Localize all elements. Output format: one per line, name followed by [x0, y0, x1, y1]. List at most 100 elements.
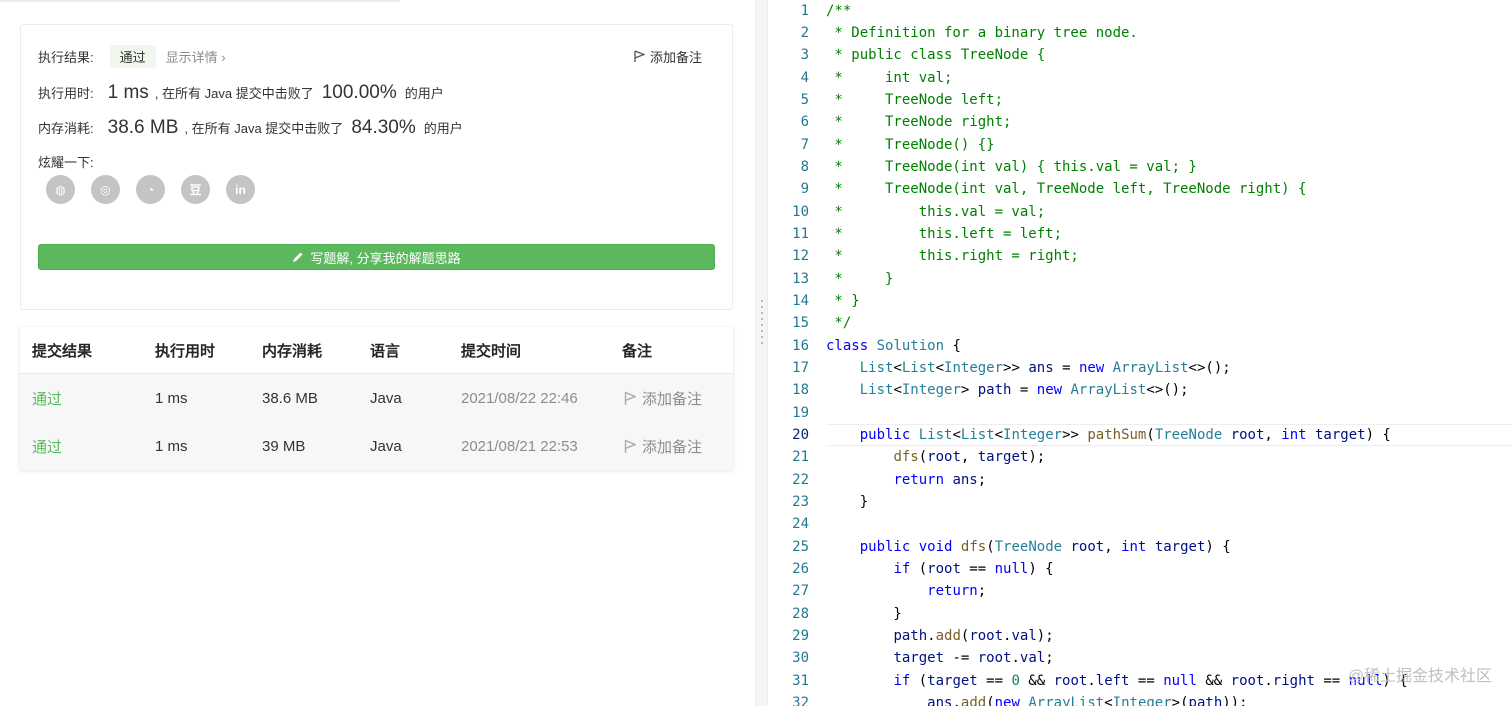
col-result: 提交结果 [32, 342, 93, 360]
row-time: 1 ms [155, 437, 188, 455]
drag-handle-icon[interactable] [761, 300, 763, 348]
line-number: 17 [792, 360, 809, 376]
runtime-label: 执行用时: [38, 86, 94, 101]
status-badge: 通过 [109, 44, 156, 68]
code-line: * public class TreeNode { [826, 47, 1046, 63]
line-number: 6 [800, 114, 809, 130]
code-line: if (target == 0 && root.left == null && … [893, 673, 1408, 689]
top-divider [0, 0, 400, 2]
code-line: * } [826, 271, 894, 287]
watermark: @稀土掘金技术社区 [1347, 668, 1492, 685]
code-line: dfs(root, target); [893, 449, 1046, 465]
code-line: * TreeNode() {} [826, 137, 995, 153]
code-line: public void dfs(TreeNode root, int targe… [859, 539, 1231, 555]
code-line: List<List<Integer>> ans = new ArrayList<… [859, 360, 1231, 376]
code-line: List<Integer> path = new ArrayList<>(); [859, 382, 1189, 398]
row-date: 2021/08/22 22:46 [461, 389, 578, 407]
row-add-note-label: 添加备注 [642, 438, 703, 456]
runtime-row: 执行用时: 1 ms , 在所有 Java 提交中击败了 100.00% 的用户 [38, 82, 444, 104]
qq-icon[interactable]: ◔ [136, 175, 165, 204]
table-row[interactable]: 通过 1 ms 38.6 MB Java 2021/08/22 22:46 添加… [20, 374, 733, 422]
table-header: 提交结果 执行用时 内存消耗 语言 提交时间 备注 [20, 327, 733, 374]
row-language: Java [370, 437, 402, 455]
result-label: 执行结果: [38, 49, 94, 65]
code-line: * this.left = left; [826, 226, 1063, 242]
code-line: * this.right = right; [826, 248, 1079, 264]
row-memory: 38.6 MB [262, 389, 318, 407]
code-editor[interactable]: 1 /** 2 * Definition for a binary tree no… [769, 0, 1512, 706]
line-number: 24 [792, 516, 809, 532]
line-number: 29 [792, 628, 809, 644]
code-line: * this.val = val; [826, 204, 1046, 220]
pane-splitter[interactable] [755, 0, 768, 706]
memory-label: 内存消耗: [38, 121, 94, 136]
col-language: 语言 [370, 342, 401, 360]
flag-icon [624, 439, 636, 453]
table-row[interactable]: 通过 1 ms 39 MB Java 2021/08/21 22:53 添加备注 [20, 422, 733, 470]
code-line: return; [927, 583, 987, 599]
line-number: 25 [792, 539, 809, 555]
line-number: 1 [800, 3, 809, 19]
line-number: 32 [792, 695, 809, 706]
code-line: ans.add(new ArrayList<Integer>(path)); [927, 695, 1248, 706]
line-number: 30 [792, 650, 809, 666]
line-number: 9 [800, 181, 809, 197]
code-line: * } [826, 293, 860, 309]
row-date: 2021/08/21 22:53 [461, 437, 578, 455]
row-memory: 39 MB [262, 437, 306, 455]
write-solution-button[interactable]: 写题解, 分享我的解题思路 [38, 244, 715, 270]
row-add-note[interactable]: 添加备注 [624, 436, 702, 457]
line-number: 4 [800, 70, 809, 86]
line-number: 12 [792, 248, 809, 264]
row-status[interactable]: 通过 [32, 436, 62, 457]
show-details-link[interactable]: 显示详情 › [166, 47, 226, 66]
pencil-icon [293, 252, 303, 262]
linkedin-icon[interactable]: in [226, 175, 255, 204]
line-number: 7 [800, 137, 809, 153]
runtime-value: 1 ms [107, 82, 149, 103]
line-number: 5 [800, 92, 809, 108]
line-number: 22 [792, 472, 809, 488]
add-note-button[interactable]: 添加备注 [634, 47, 702, 66]
flag-icon [634, 50, 645, 62]
submissions-table: 提交结果 执行用时 内存消耗 语言 提交时间 备注 通过 1 ms 38.6 M… [20, 327, 733, 470]
line-number: 20 [792, 427, 809, 443]
weibo-icon[interactable]: ◎ [91, 175, 120, 204]
social-share-row: ◍ ◎ ◔ 豆 in [46, 175, 255, 204]
code-line: return ans; [893, 472, 987, 488]
line-number: 27 [792, 583, 809, 599]
line-number: 8 [800, 159, 809, 175]
runtime-text: , 在所有 Java 提交中击败了 [154, 86, 314, 101]
code-line: if (root == null) { [893, 561, 1054, 577]
code-line: * TreeNode(int val) { this.val = val; } [826, 159, 1197, 175]
row-status[interactable]: 通过 [32, 388, 62, 409]
code-line: /** [826, 3, 852, 19]
memory-value: 38.6 MB [107, 117, 179, 138]
code-line: class Solution { [826, 338, 961, 354]
line-number: 31 [792, 673, 809, 689]
line-number: 11 [792, 226, 809, 242]
code-line: target -= root.val; [893, 650, 1054, 666]
memory-suffix: 的用户 [423, 121, 463, 136]
line-number: 15 [792, 315, 809, 331]
code-line: public List<List<Integer>> pathSum(TreeN… [859, 427, 1391, 443]
submission-panel: 执行结果: 通过 显示详情 › 添加备注 执行用时: 1 ms , 在所有 Ja… [0, 0, 755, 706]
code-line: } [826, 606, 902, 622]
line-number: 28 [792, 606, 809, 622]
row-language: Java [370, 389, 402, 407]
memory-row: 内存消耗: 38.6 MB , 在所有 Java 提交中击败了 84.30% 的… [38, 117, 463, 139]
row-add-note[interactable]: 添加备注 [624, 388, 702, 409]
flag-icon [624, 391, 636, 405]
douban-icon[interactable]: 豆 [181, 175, 210, 204]
code-line: path.add(root.val); [893, 628, 1054, 644]
code-line: * Definition for a binary tree node. [826, 25, 1138, 41]
col-time: 执行用时 [155, 342, 216, 360]
write-solution-label: 写题解, 分享我的解题思路 [310, 250, 461, 266]
line-number: 13 [792, 271, 809, 287]
wechat-icon[interactable]: ◍ [46, 175, 75, 204]
result-card: 执行结果: 通过 显示详情 › 添加备注 执行用时: 1 ms , 在所有 Ja… [20, 24, 733, 310]
line-number: 23 [792, 494, 809, 510]
line-number: 10 [792, 204, 809, 220]
runtime-percent: 100.00% [321, 82, 397, 103]
line-number: 21 [792, 449, 809, 465]
